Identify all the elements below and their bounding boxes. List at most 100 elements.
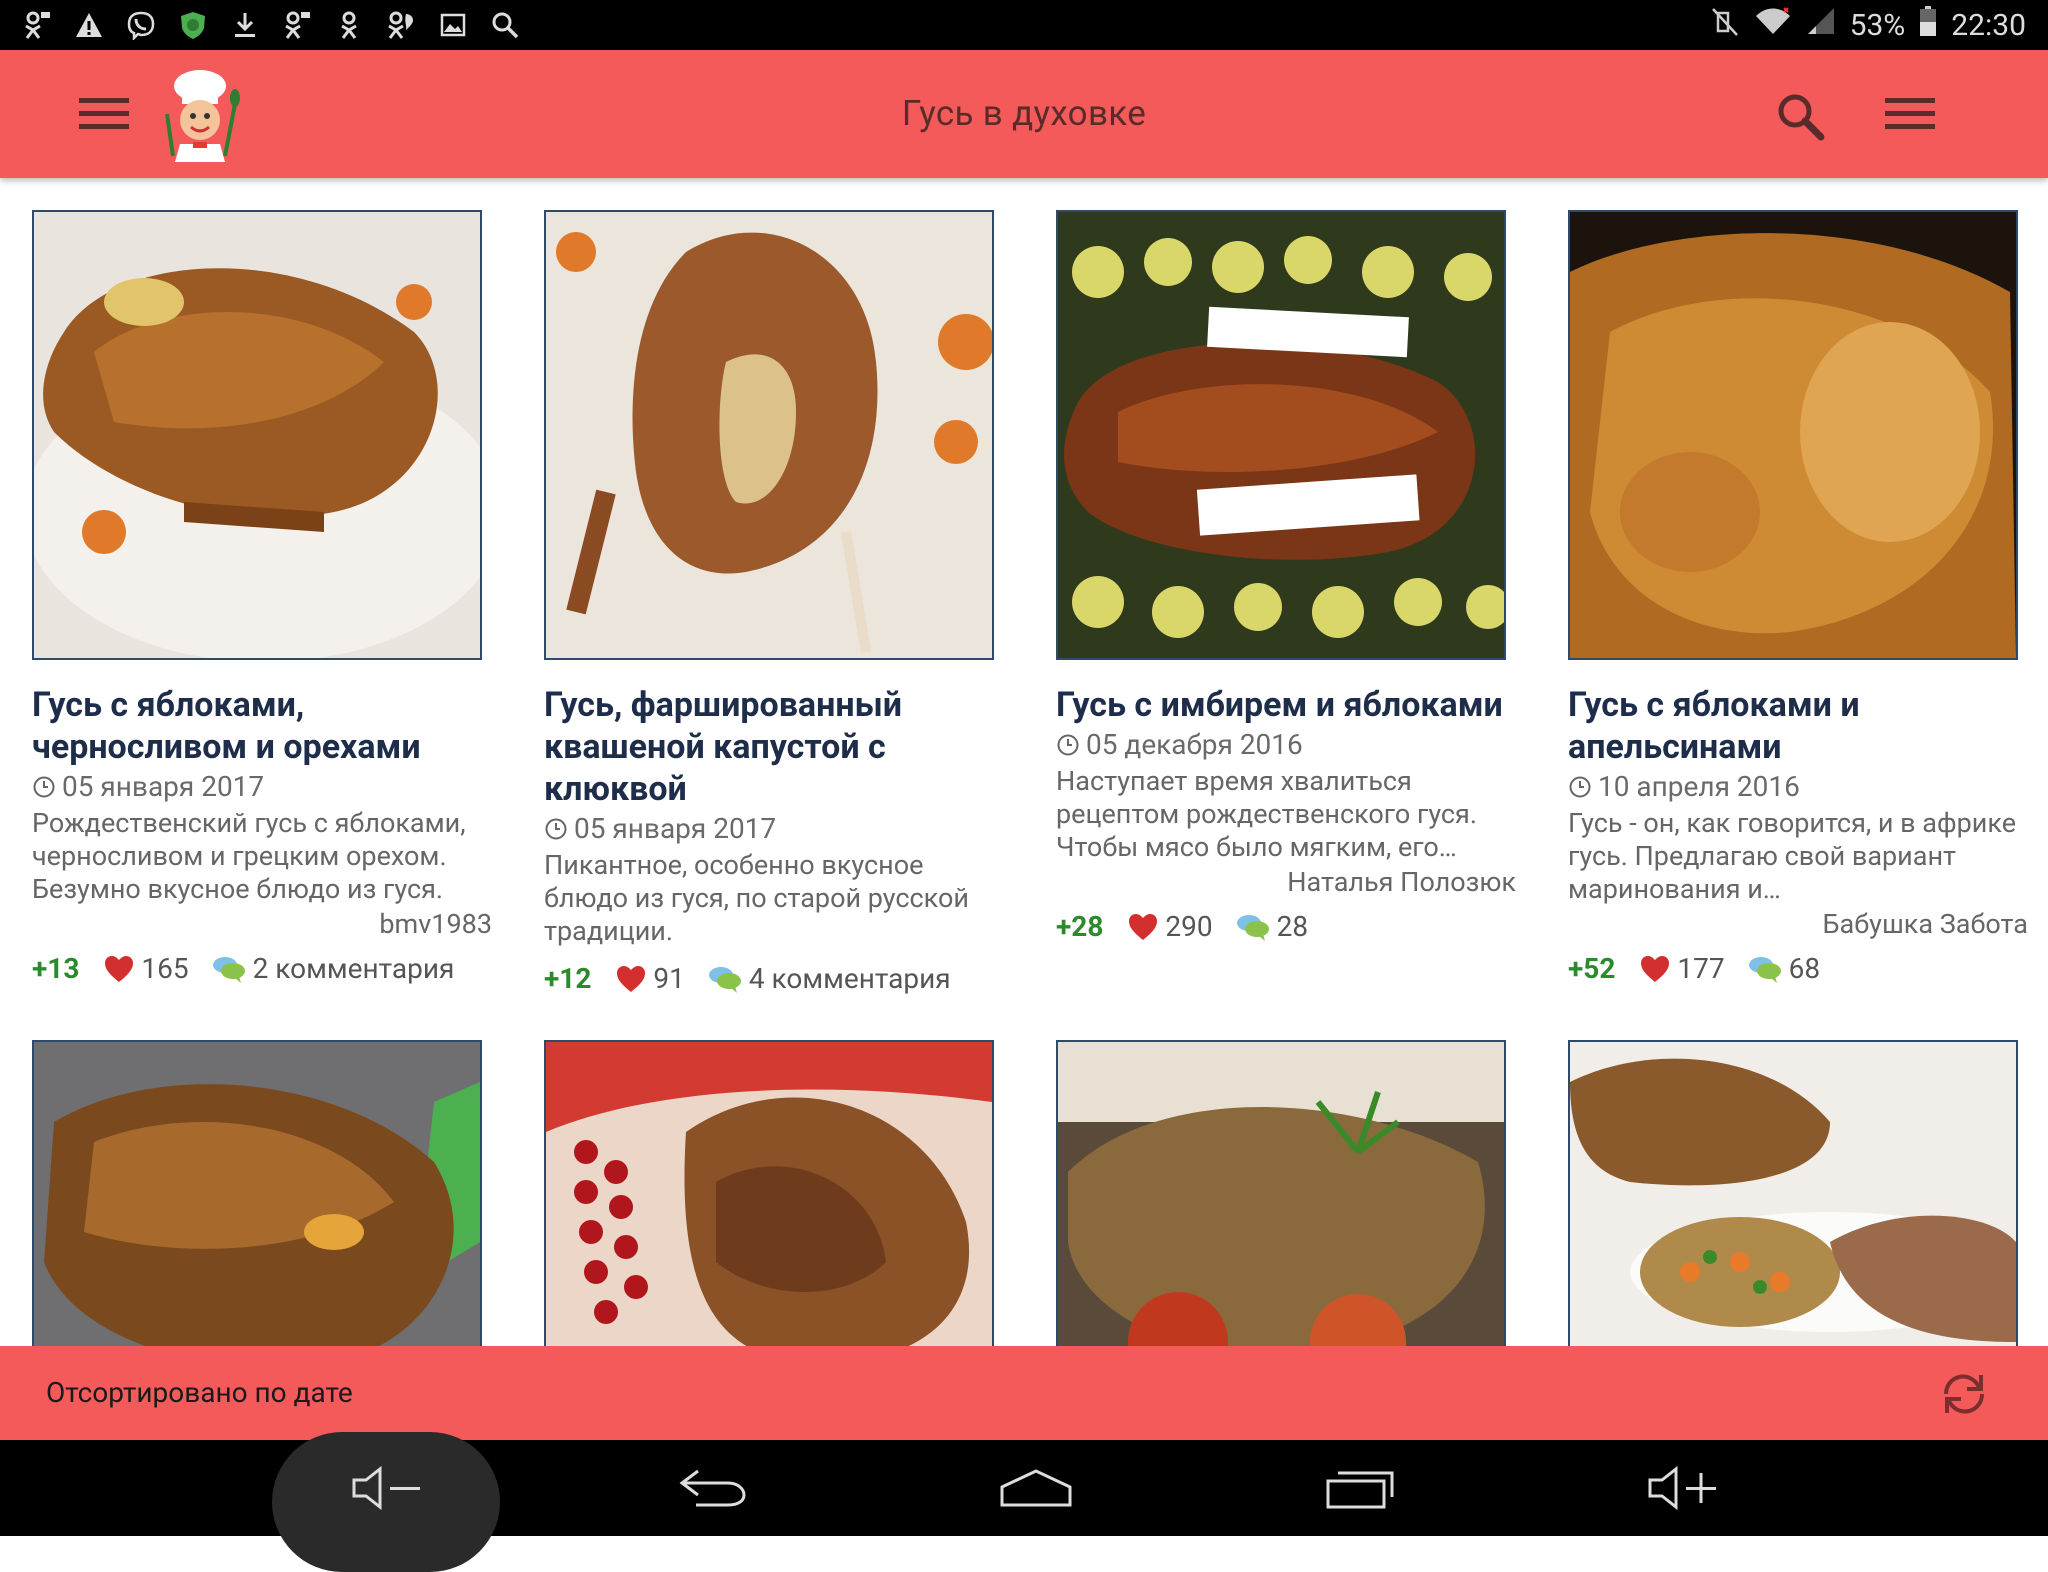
back-icon (679, 1469, 746, 1507)
recipe-title[interactable]: Гусь с имбирем и яблоками (1056, 684, 1516, 726)
recipe-date: 10 апреля 2016 (1568, 770, 2028, 803)
recipe-grid: Гусь с яблоками, черносливом и орехами 0… (0, 178, 2048, 1346)
recipe-photo[interactable] (1056, 210, 1506, 660)
recipe-author[interactable]: Наталья Полозюк (1056, 866, 1516, 900)
recipe-photo[interactable] (1568, 210, 2018, 660)
clock-icon (33, 776, 55, 797)
clock-icon (1569, 776, 1591, 797)
search-icon (1778, 94, 1825, 141)
sort-label[interactable]: Отсортировано по дате (46, 1346, 353, 1440)
likes-count: 177 (1677, 952, 1725, 985)
recipe-stats: +28 290 28 (1056, 910, 1516, 943)
recipe-photo[interactable] (544, 210, 994, 660)
recipe-title[interactable]: Гусь, фаршированный квашеной капустой с … (544, 684, 1004, 810)
page-title: Гусь в духовке (901, 93, 1147, 134)
recipe-photo[interactable] (1056, 1040, 1506, 1346)
chef-logo-icon (165, 70, 240, 162)
comments[interactable]: 68 (1747, 952, 1820, 985)
comments-count: 68 (1788, 952, 1821, 985)
recipe-date-text: 05 января 2017 (62, 770, 265, 803)
image-icon (438, 10, 468, 40)
heart-icon (1129, 913, 1158, 940)
recipe-date: 05 января 2017 (544, 812, 1004, 845)
recipe-title[interactable]: Гусь с яблоками и апельсинами (1568, 684, 2028, 768)
search-button[interactable] (1772, 90, 1828, 142)
volume-down-icon (352, 1465, 420, 1511)
rating-score: +52 (1568, 952, 1616, 985)
recipe-author[interactable]: bmv1983 (32, 908, 492, 942)
rating-score: +28 (1056, 910, 1104, 943)
recipe-card[interactable] (544, 1040, 1004, 1346)
likes[interactable]: 165 (103, 952, 189, 985)
recipe-stats: +52 177 68 (1568, 952, 2028, 985)
recipe-card[interactable]: Гусь с яблоками и апельсинами 10 апреля … (1568, 210, 2028, 985)
likes[interactable]: 290 (1127, 910, 1213, 943)
clock-icon (545, 818, 567, 839)
overflow-menu-button[interactable] (1880, 90, 1940, 138)
signal-icon (1806, 6, 1836, 44)
refresh-icon (1944, 1374, 1984, 1414)
comments-icon (1748, 956, 1781, 983)
comments-icon (1236, 914, 1269, 941)
odnoklassniki-icon (386, 10, 416, 40)
battery-percent: 53% (1849, 7, 1906, 43)
shield-icon (178, 10, 208, 40)
recipe-date-text: 05 января 2017 (574, 812, 777, 845)
hamburger-icon (79, 98, 129, 129)
warning-icon (74, 10, 104, 40)
heart-icon (1641, 955, 1670, 982)
recipe-photo[interactable] (32, 210, 482, 660)
drawer-menu-button[interactable] (74, 90, 134, 138)
heart-icon (105, 955, 134, 982)
likes[interactable]: 177 (1639, 952, 1725, 985)
recipe-author[interactable]: Бабушка Забота (1568, 908, 2028, 942)
menu-icon (1885, 98, 1935, 129)
recipe-date: 05 января 2017 (32, 770, 492, 803)
back-button[interactable] (652, 1440, 772, 1536)
battery-icon (1919, 5, 1937, 45)
vibrate-mute-icon (1710, 5, 1740, 45)
refresh-button[interactable] (1936, 1366, 1992, 1422)
recipe-description: Пикантное, особенно вкусное блюдо из гус… (544, 849, 969, 947)
clock: 22:30 (1951, 7, 2026, 43)
comments[interactable]: 28 (1235, 910, 1308, 943)
system-status: 53% 22:30 (1710, 5, 2048, 45)
recipe-card[interactable] (1056, 1040, 1516, 1346)
home-button[interactable] (976, 1440, 1096, 1536)
volume-up-button[interactable] (1624, 1440, 1744, 1536)
recipe-photo[interactable] (1568, 1040, 2018, 1346)
recipe-stats: +12 91 4 комментария (544, 962, 1004, 995)
recipe-stats: +13 165 2 комментария (32, 952, 492, 985)
rating-score: +12 (544, 962, 592, 995)
download-icon (230, 10, 260, 40)
recent-apps-icon (1326, 1471, 1394, 1509)
recipe-photo[interactable] (32, 1040, 482, 1346)
home-icon (1000, 1469, 1072, 1507)
recipe-card[interactable] (1568, 1040, 2028, 1346)
recipe-description: Рождественский гусь с яблоками, черносли… (32, 807, 466, 905)
comments[interactable]: 4 комментария (707, 962, 951, 995)
odnoklassniki-icon (334, 10, 364, 40)
heart-icon (617, 965, 646, 992)
recipe-card[interactable]: Гусь, фаршированный квашеной капустой с … (544, 210, 1004, 995)
recipe-photo[interactable] (544, 1040, 994, 1346)
recipe-card[interactable] (32, 1040, 492, 1346)
volume-down-button[interactable] (328, 1440, 448, 1536)
likes[interactable]: 91 (615, 962, 685, 995)
recent-apps-button[interactable] (1300, 1440, 1420, 1536)
comments[interactable]: 2 комментария (211, 952, 454, 985)
recipe-card[interactable]: Гусь с яблоками, черносливом и орехами 0… (32, 210, 492, 985)
app-logo[interactable] (154, 64, 246, 164)
comments-icon (212, 956, 245, 983)
recipe-description: Гусь - он, как говорится, и в африке гус… (1568, 807, 2017, 905)
viber-icon (126, 10, 156, 40)
comments-count: 4 комментария (748, 962, 951, 995)
odnoklassniki-icon (282, 10, 312, 40)
comments-icon (708, 966, 741, 993)
recipe-title[interactable]: Гусь с яблоками, черносливом и орехами (32, 684, 492, 768)
recipe-date-text: 10 апреля 2016 (1598, 770, 1800, 803)
search-icon (490, 10, 520, 40)
status-bar: 53% 22:30 (0, 0, 2048, 50)
wifi-icon (1754, 6, 1792, 44)
recipe-card[interactable]: Гусь с имбирем и яблоками 05 декабря 201… (1056, 210, 1516, 943)
